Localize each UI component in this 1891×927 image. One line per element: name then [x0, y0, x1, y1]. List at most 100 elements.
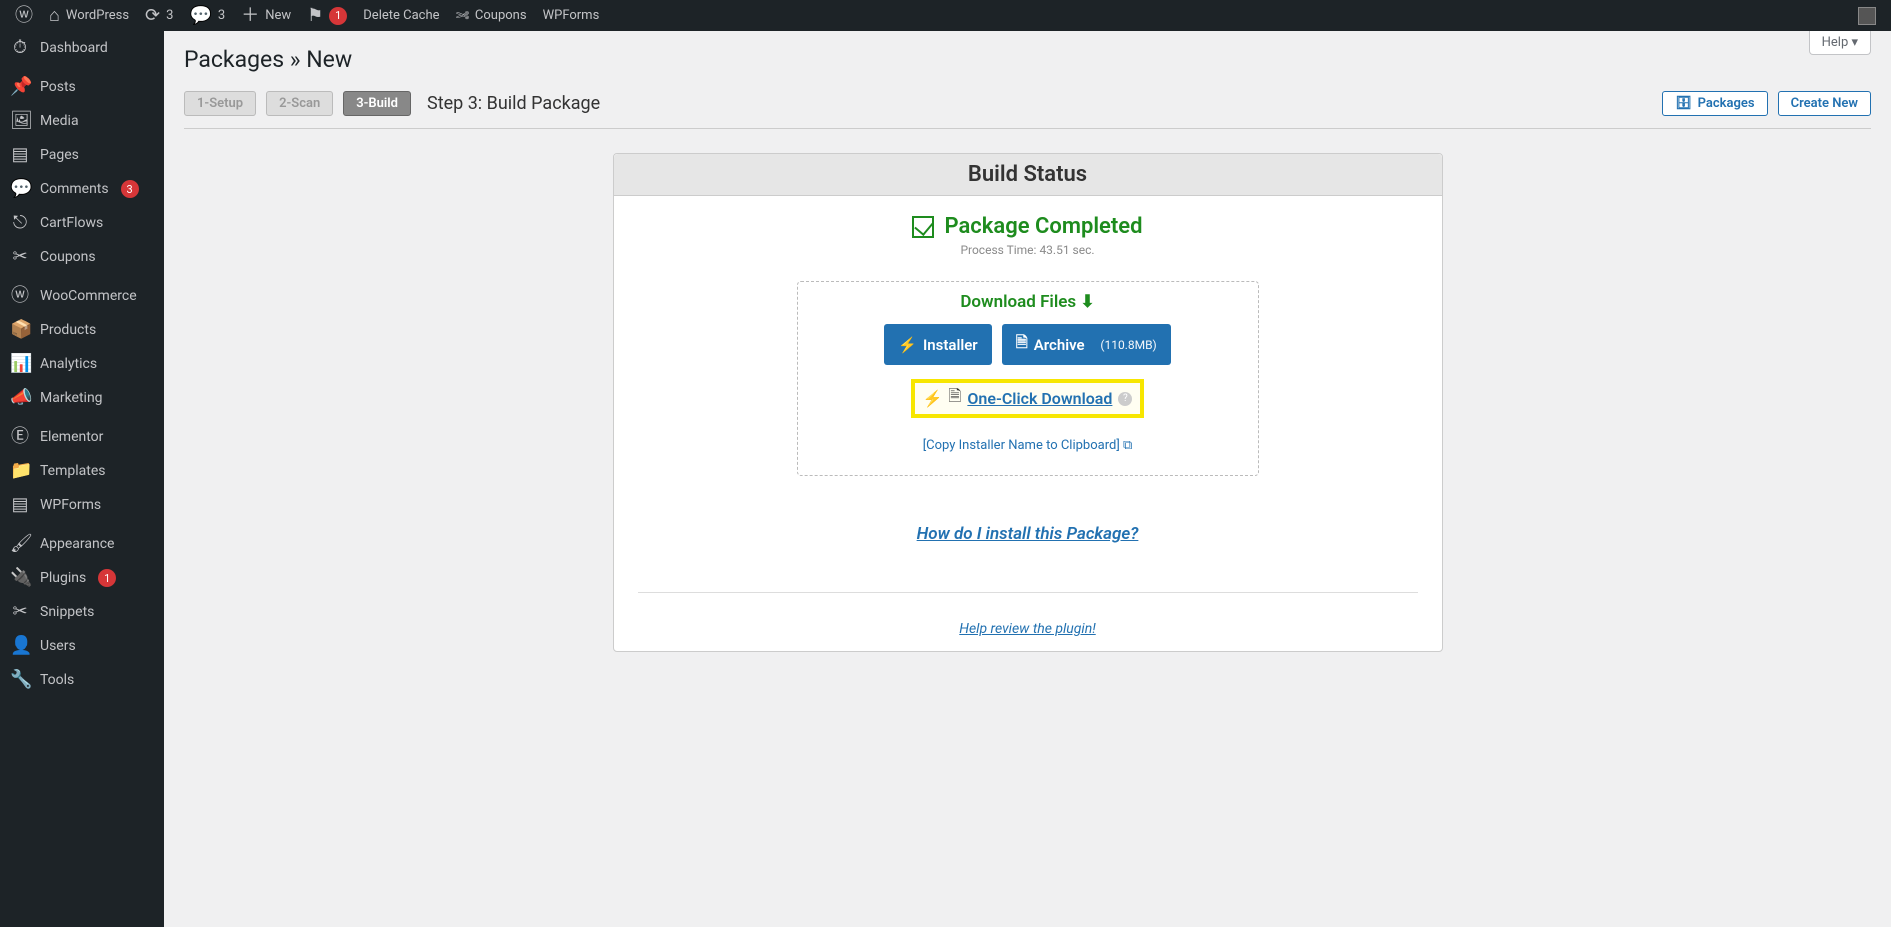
sidebar-item-templates[interactable]: 📁Templates — [0, 454, 164, 488]
wp-logo[interactable]: ⓦ — [7, 0, 41, 31]
menu-icon: ▤ — [10, 496, 30, 514]
wordpress-icon: ⓦ — [15, 7, 33, 25]
sidebar-item-woocommerce[interactable]: ⓦ WooCommerce — [0, 279, 164, 313]
menu-label: CartFlows — [40, 215, 103, 231]
archive-icon: 🗄 — [1675, 96, 1692, 111]
wpforms-link[interactable]: WPForms — [535, 0, 608, 31]
sidebar-item-tools[interactable]: 🔧Tools — [0, 663, 164, 697]
sidebar-item-wpforms[interactable]: ▤ WPForms — [0, 488, 164, 522]
admin-topbar: ⓦ ⌂WordPress ⟳3 💬3 ＋New ⚑1 Delete Cache … — [0, 0, 1891, 31]
refresh-icon: ⟳ — [145, 7, 160, 25]
delete-cache-link[interactable]: Delete Cache — [355, 0, 447, 31]
menu-icon: ▤ — [10, 146, 30, 164]
menu-icon: Ⓔ — [10, 428, 30, 446]
sidebar-item-coupons[interactable]: ✂ Coupons — [0, 240, 164, 274]
process-time: Process Time: 43.51 sec. — [638, 243, 1418, 257]
menu-label: Appearance — [40, 536, 114, 552]
comment-icon: 💬 — [189, 7, 211, 25]
sidebar-item-pages[interactable]: ▤Pages — [0, 138, 164, 172]
sidebar-item-elementor[interactable]: Ⓔ Elementor — [0, 420, 164, 454]
sidebar-item-posts[interactable]: 📌 Posts — [0, 70, 164, 104]
user-menu[interactable] — [1850, 0, 1884, 31]
comments-link[interactable]: 💬3 — [181, 0, 233, 31]
copy-icon: ⧉ — [1123, 438, 1132, 453]
menu-label: Elementor — [40, 429, 103, 445]
admin-sidebar: ⏱Dashboard 📌 Posts 🖼Media▤Pages 💬 Comments 3 ⎋ C… — [0, 31, 164, 927]
file-icon: 🗎 — [949, 385, 962, 412]
menu-label: WPForms — [40, 497, 101, 513]
menu-icon: 📦 — [10, 321, 30, 339]
scissors-icon: ✄ — [456, 6, 469, 25]
menu-label: Users — [40, 638, 76, 654]
plus-icon: ＋ — [241, 7, 259, 25]
menu-icon: 💬 — [10, 180, 30, 198]
build-panel: Build Status Package Completed Process T… — [613, 153, 1443, 652]
new-link[interactable]: ＋New — [233, 0, 299, 31]
bolt-icon: ⚡ — [898, 336, 917, 354]
sidebar-item-cartflows[interactable]: ⎋ CartFlows — [0, 206, 164, 240]
panel-title: Build Status — [614, 154, 1442, 196]
menu-badge: 3 — [121, 180, 139, 198]
menu-label: Snippets — [40, 604, 94, 620]
menu-label: Comments — [40, 181, 109, 197]
sidebar-item-analytics[interactable]: 📊 Analytics — [0, 347, 164, 381]
packages-button[interactable]: 🗄Packages — [1662, 91, 1767, 116]
menu-label: Templates — [40, 463, 106, 479]
create-new-button[interactable]: Create New — [1778, 91, 1871, 116]
check-icon — [912, 216, 934, 238]
step-1-pill[interactable]: 1-Setup — [184, 91, 256, 116]
how-install-link[interactable]: How do I install this Package? — [917, 524, 1139, 544]
step-label: Step 3: Build Package — [427, 93, 600, 114]
menu-label: Plugins — [40, 570, 86, 586]
help-icon[interactable]: ? — [1118, 392, 1132, 406]
archive-button[interactable]: 🗎Archive (110.8MB) — [1002, 324, 1171, 365]
help-tab[interactable]: Help ▾ — [1809, 31, 1871, 55]
flag-icon: ⚑ — [307, 7, 323, 25]
menu-label: Marketing — [40, 390, 103, 406]
updates-link[interactable]: ⟳3 — [137, 0, 181, 31]
page-title: Packages » New — [184, 46, 1871, 73]
menu-icon: 📣 — [10, 389, 30, 407]
download-title: Download Files ⬇ — [818, 292, 1238, 312]
sidebar-item-plugins[interactable]: 🔌 Plugins 1 — [0, 561, 164, 595]
sidebar-item-marketing[interactable]: 📣 Marketing — [0, 381, 164, 415]
menu-icon: ✂ — [10, 248, 30, 266]
sidebar-item-comments[interactable]: 💬 Comments 3 — [0, 172, 164, 206]
menu-icon: ✂ — [10, 603, 30, 621]
sidebar-item-dashboard[interactable]: ⏱Dashboard — [0, 31, 164, 65]
sidebar-item-media[interactable]: 🖼Media — [0, 104, 164, 138]
menu-icon: ⎋ — [10, 214, 30, 232]
step-3-pill[interactable]: 3-Build — [343, 91, 411, 116]
download-icon: ⬇ — [1080, 292, 1094, 312]
download-box: Download Files ⬇ ⚡Installer 🗎Archive (11… — [797, 281, 1259, 476]
home-icon: ⌂ — [49, 7, 60, 25]
review-plugin-link[interactable]: Help review the plugin! — [959, 621, 1095, 637]
sidebar-item-products[interactable]: 📦Products — [0, 313, 164, 347]
menu-badge: 1 — [98, 569, 116, 587]
avatar-icon — [1858, 7, 1876, 25]
main-content: Help ▾ Packages » New 1-Setup 2-Scan 3-B… — [164, 0, 1891, 672]
menu-icon: 📌 — [10, 78, 30, 96]
menu-icon: ⓦ — [10, 287, 30, 305]
menu-label: WooCommerce — [40, 288, 137, 304]
file-icon: 🗎 — [1016, 332, 1028, 357]
bolt-icon: ⚡ — [923, 389, 943, 408]
sidebar-item-snippets[interactable]: ✂ Snippets — [0, 595, 164, 629]
inbox-link[interactable]: ⚑1 — [299, 0, 355, 31]
coupons-link[interactable]: ✄Coupons — [448, 0, 535, 31]
step-2-pill[interactable]: 2-Scan — [266, 91, 333, 116]
menu-label: Coupons — [40, 249, 96, 265]
menu-icon: 🔌 — [10, 569, 30, 587]
copy-installer-link[interactable]: [Copy Installer Name to Clipboard] ⧉ — [818, 438, 1238, 453]
menu-label: Posts — [40, 79, 76, 95]
menu-label: Tools — [40, 672, 74, 688]
installer-button[interactable]: ⚡Installer — [884, 324, 991, 365]
page-header-row: 1-Setup 2-Scan 3-Build Step 3: Build Pac… — [184, 91, 1871, 129]
menu-label: Analytics — [40, 356, 97, 372]
site-link[interactable]: ⌂WordPress — [41, 0, 137, 31]
sidebar-item-users[interactable]: 👤Users — [0, 629, 164, 663]
menu-icon: 📊 — [10, 355, 30, 373]
one-click-download-link[interactable]: One-Click Download — [967, 389, 1112, 408]
sidebar-item-appearance[interactable]: 🖌Appearance — [0, 527, 164, 561]
package-completed: Package Completed — [638, 214, 1418, 239]
